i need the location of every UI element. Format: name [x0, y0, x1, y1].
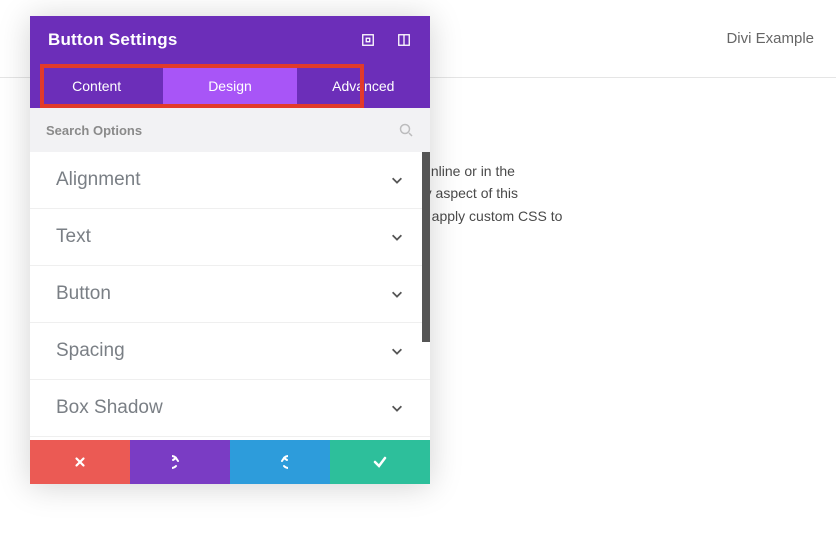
header-icon-group [360, 32, 412, 48]
bg-line: t inline or in the [420, 160, 770, 182]
section-text[interactable]: Text [30, 209, 430, 266]
section-label: Alignment [56, 169, 141, 191]
section-button[interactable]: Button [30, 266, 430, 323]
search-row [30, 108, 430, 152]
tab-design[interactable]: Design [163, 64, 296, 108]
chevron-down-icon [390, 287, 404, 301]
scrollbar-thumb[interactable] [422, 152, 430, 342]
panel-title: Button Settings [48, 30, 178, 50]
brand-text: Divi Example [726, 30, 814, 47]
chevron-down-icon [390, 344, 404, 358]
settings-panel: Button Settings Content Design Advanced [30, 16, 430, 484]
chevron-down-icon [390, 173, 404, 187]
search-input[interactable] [46, 123, 398, 138]
section-label: Button [56, 283, 111, 305]
snap-icon[interactable] [396, 32, 412, 48]
close-icon [73, 455, 87, 469]
tab-content[interactable]: Content [30, 64, 163, 108]
tab-bar: Content Design Advanced [30, 64, 430, 108]
background-paragraph: t inline or in the ry aspect of this o a… [420, 160, 770, 227]
bg-line: o apply custom CSS to [420, 205, 770, 227]
section-box-shadow[interactable]: Box Shadow [30, 380, 430, 437]
save-button[interactable] [330, 440, 430, 484]
chevron-down-icon [390, 401, 404, 415]
cancel-button[interactable] [30, 440, 130, 484]
check-icon [372, 454, 388, 470]
section-spacing[interactable]: Spacing [30, 323, 430, 380]
redo-button[interactable] [230, 440, 330, 484]
section-label: Text [56, 226, 91, 248]
redo-icon [272, 454, 288, 470]
undo-icon [172, 454, 188, 470]
expand-icon[interactable] [360, 32, 376, 48]
section-alignment[interactable]: Alignment [30, 152, 430, 209]
panel-header: Button Settings [30, 16, 430, 64]
panel-footer [30, 440, 430, 484]
sections-container: Alignment Text Button Spacing Box Shadow [30, 152, 430, 440]
search-icon[interactable] [398, 122, 414, 138]
bg-line: ry aspect of this [420, 182, 770, 204]
section-label: Box Shadow [56, 397, 163, 419]
undo-button[interactable] [130, 440, 230, 484]
tab-advanced[interactable]: Advanced [297, 64, 430, 108]
chevron-down-icon [390, 230, 404, 244]
section-label: Spacing [56, 340, 125, 362]
